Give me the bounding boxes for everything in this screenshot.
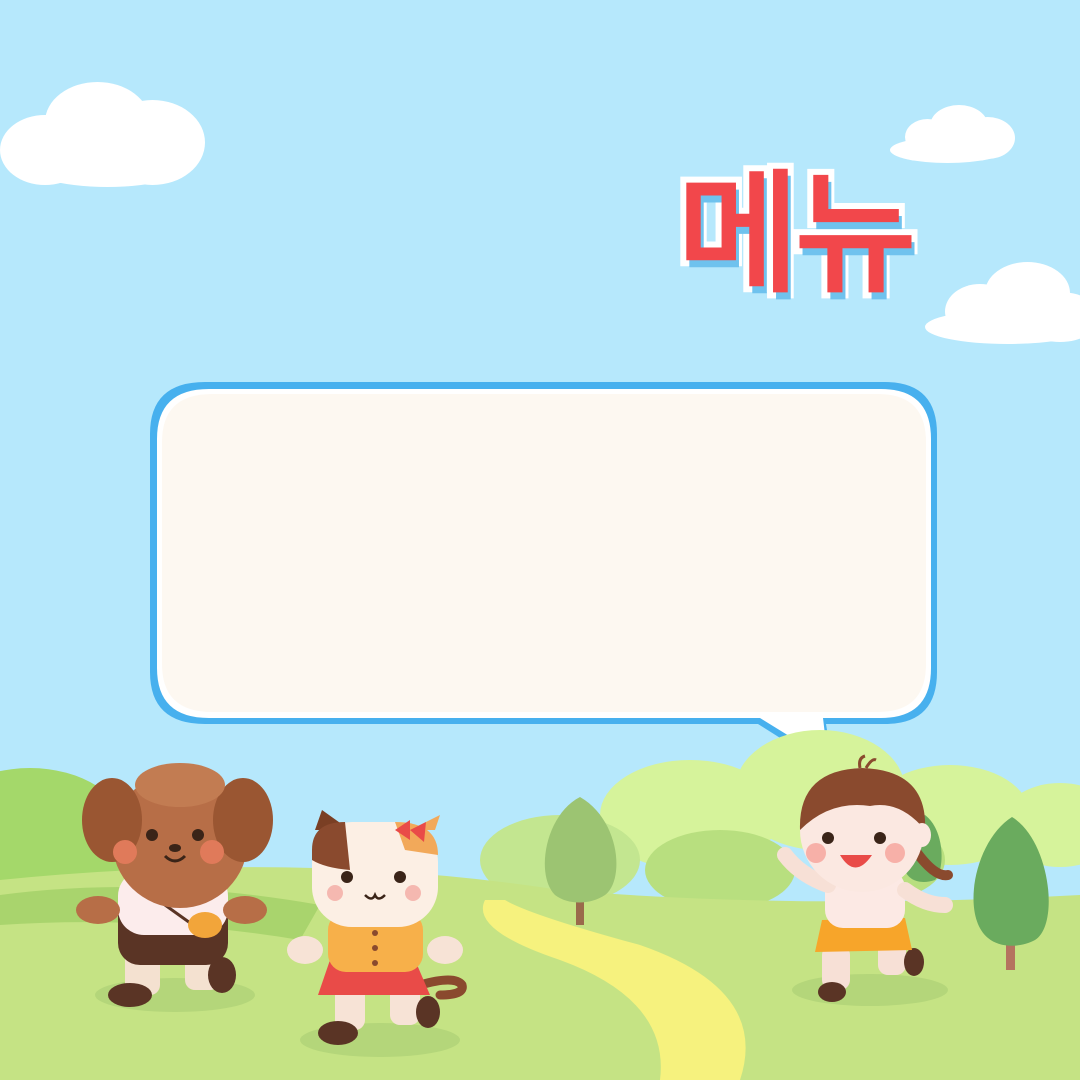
menu-board-scene: 메뉴 (0, 0, 1080, 1080)
landscape-illustration (0, 730, 1080, 1080)
